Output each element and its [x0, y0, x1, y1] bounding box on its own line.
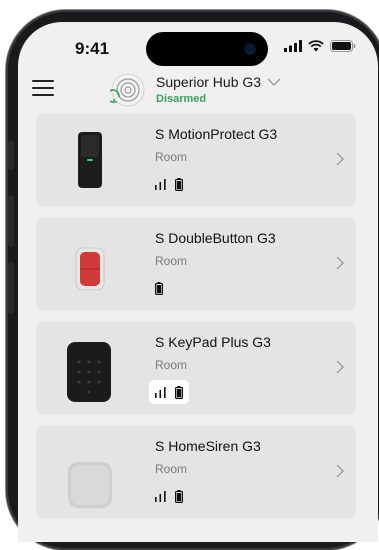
volume-up-button: [8, 195, 14, 247]
siren-icon: [68, 462, 112, 508]
chevron-right-icon[interactable]: [336, 360, 344, 374]
signal-strength-icon: [155, 387, 166, 398]
signal-strength-icon: [155, 179, 166, 190]
hamburger-menu-icon[interactable]: [32, 80, 54, 98]
status-bar: 9:41: [18, 22, 378, 68]
device-indicators: [149, 484, 189, 508]
device-name: S DoubleButton G3: [155, 230, 276, 246]
device-card-motionprotect[interactable]: S MotionProtect G3 Room: [36, 114, 356, 206]
chevron-right-icon[interactable]: [336, 464, 344, 478]
device-indicators: [149, 276, 169, 300]
device-card-doublebutton[interactable]: S DoubleButton G3 Room: [36, 218, 356, 310]
app-screen: 9:41 Superior Hub G3 Disarmed S MotionPr…: [18, 22, 378, 542]
device-name: S HomeSiren G3: [155, 438, 261, 454]
device-room: Room: [155, 462, 188, 476]
app-header: Superior Hub G3 Disarmed: [18, 68, 378, 112]
volume-down-button: [8, 262, 14, 314]
cellular-signal-icon: [284, 40, 302, 52]
chevron-right-icon[interactable]: [336, 256, 344, 270]
wifi-icon: [308, 40, 324, 52]
battery-icon: [330, 40, 356, 52]
battery-level-icon: [175, 385, 183, 399]
device-indicators: [149, 172, 189, 196]
device-room: Room: [155, 254, 188, 268]
device-name: S KeyPad Plus G3: [155, 334, 271, 350]
device-card-keypad[interactable]: S KeyPad Plus G3 Room: [36, 322, 356, 414]
battery-level-icon: [155, 281, 163, 295]
status-icons: [284, 40, 356, 52]
double-button-icon: [75, 247, 105, 291]
battery-level-icon: [175, 489, 183, 503]
device-name: S MotionProtect G3: [155, 126, 278, 142]
keypad-icon: [67, 342, 111, 402]
signal-strength-icon: [155, 491, 166, 502]
motion-sensor-icon: [78, 132, 102, 188]
device-card-homesiren[interactable]: S HomeSiren G3 Room: [36, 426, 356, 518]
device-room: Room: [155, 150, 188, 164]
hub-name[interactable]: Superior Hub G3: [156, 74, 261, 90]
dynamic-island: [146, 32, 268, 66]
chevron-down-icon[interactable]: [267, 78, 281, 87]
hub-avatar-icon[interactable]: [110, 72, 146, 108]
hub-arm-status: Disarmed: [156, 93, 207, 105]
battery-level-icon: [175, 177, 183, 191]
action-button: [8, 140, 14, 170]
device-indicators-highlighted: [149, 380, 189, 404]
chevron-right-icon[interactable]: [336, 152, 344, 166]
device-room: Room: [155, 358, 188, 372]
status-time: 9:41: [75, 39, 110, 58]
